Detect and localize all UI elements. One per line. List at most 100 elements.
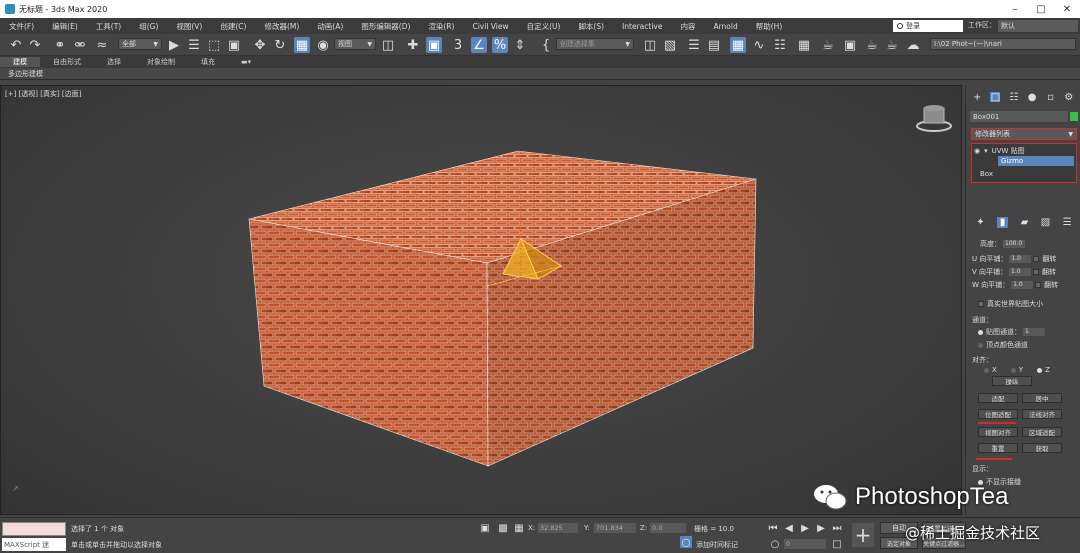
workspace-select[interactable]: 默认: [998, 20, 1078, 32]
object-name-field[interactable]: Box001: [970, 111, 1068, 122]
play-icon[interactable]: ▶: [798, 521, 812, 535]
menu-content[interactable]: 内容: [671, 21, 704, 32]
goto-start-icon[interactable]: ⏮: [766, 521, 780, 535]
scale-icon[interactable]: ▦: [294, 37, 310, 53]
select-manipulate-icon[interactable]: ✚: [405, 37, 421, 53]
create-tab-icon[interactable]: +: [972, 92, 982, 103]
menu-modifiers[interactable]: 修改器(M): [255, 21, 308, 32]
menu-graph-editors[interactable]: 图形编辑器(D): [352, 21, 419, 32]
perspective-viewport[interactable]: [+] [透视] [真实] [边面] ↗: [0, 85, 962, 515]
menu-rendering[interactable]: 渲染(R): [419, 21, 463, 32]
motion-tab-icon[interactable]: ●: [1027, 92, 1037, 103]
menu-views[interactable]: 视图(V): [167, 21, 211, 32]
tab-selection[interactable]: 选择: [94, 57, 134, 67]
unlink-icon[interactable]: ⚮: [72, 37, 88, 53]
acquire-button[interactable]: 获取: [1022, 443, 1062, 453]
goto-end-icon[interactable]: ⏭: [830, 521, 844, 535]
map-channel-radio[interactable]: [978, 329, 983, 335]
scene-explorer-icon[interactable]: ☰: [686, 37, 702, 53]
ribbon-toggle-icon[interactable]: ▦: [730, 37, 746, 53]
height-spinner[interactable]: 100.0: [1003, 240, 1025, 248]
box-object[interactable]: [1, 86, 962, 515]
eye-icon[interactable]: ◉: [974, 147, 980, 155]
menu-edit[interactable]: 编辑(E): [43, 21, 87, 32]
place-icon[interactable]: ◉: [315, 37, 331, 53]
close-icon[interactable]: ✕: [1054, 0, 1080, 18]
hierarchy-tab-icon[interactable]: ☷: [1009, 92, 1019, 103]
tab-populate[interactable]: 填充: [188, 57, 228, 67]
v-tile-spinner[interactable]: 1.0: [1009, 268, 1032, 276]
project-path-field[interactable]: I:\02 Phot~(一)\nari: [930, 38, 1076, 50]
rect-selection-icon[interactable]: ⬚: [206, 37, 222, 53]
set-key-icon[interactable]: +: [852, 523, 874, 547]
add-time-tag[interactable]: 添加时间标记: [696, 540, 738, 550]
map-channel-spinner[interactable]: 1: [1023, 328, 1045, 336]
mirror-icon[interactable]: ◫: [642, 37, 658, 53]
maxscript-mini-listener[interactable]: MAXScript 迷: [2, 538, 66, 551]
remove-modifier-icon[interactable]: ▧: [1041, 217, 1050, 228]
minimize-icon[interactable]: –: [1002, 0, 1028, 18]
pin-stack-icon[interactable]: ✦: [976, 217, 984, 228]
stack-box[interactable]: Box: [980, 169, 993, 179]
display-tab-icon[interactable]: ▫: [1045, 92, 1055, 103]
object-color-swatch[interactable]: [1070, 112, 1078, 121]
ribbon-options-icon[interactable]: ▬▾: [228, 58, 264, 66]
edit-named-selections-icon[interactable]: {: [538, 37, 554, 53]
y-coordinate[interactable]: 701.834: [594, 523, 636, 533]
menu-group[interactable]: 组(G): [130, 21, 167, 32]
show-end-result-icon[interactable]: ▮: [997, 216, 1009, 228]
x-coordinate[interactable]: 32.825: [538, 523, 578, 533]
menu-customize[interactable]: 自定义(U): [518, 21, 570, 32]
spinner-snap-icon[interactable]: ⇕: [512, 37, 528, 53]
stack-uvw-map[interactable]: ◉ ▾ UVW 贴图: [974, 146, 1025, 156]
select-object-icon[interactable]: ▶: [166, 37, 182, 53]
curve-editor-icon[interactable]: ∿: [751, 37, 767, 53]
align-icon[interactable]: ▧: [662, 37, 678, 53]
menu-arnold[interactable]: Arnold: [704, 22, 746, 31]
bind-spacewarp-icon[interactable]: ≈: [94, 37, 110, 53]
view-align-button[interactable]: 视图对齐: [978, 427, 1018, 437]
move-icon[interactable]: ✥: [252, 37, 268, 53]
menu-create[interactable]: 创建(C): [211, 21, 255, 32]
v-flip-checkbox[interactable]: [1033, 269, 1040, 275]
utilities-tab-icon[interactable]: ⚙: [1064, 92, 1074, 103]
polygon-modeling-label[interactable]: 多边形建模: [8, 69, 43, 79]
align-z-radio[interactable]: [1037, 367, 1043, 373]
keyboard-shortcut-icon[interactable]: ▣: [426, 37, 442, 53]
menu-civil-view[interactable]: Civil View: [463, 22, 517, 31]
real-world-checkbox[interactable]: [978, 301, 984, 307]
percent-snap-icon[interactable]: %: [492, 37, 508, 53]
menu-animation[interactable]: 动画(A): [308, 21, 352, 32]
rotate-icon[interactable]: ↻: [272, 37, 288, 53]
region-fit-button[interactable]: 区域适配: [1022, 427, 1062, 437]
sign-in-field[interactable]: 登录: [893, 20, 963, 32]
bitmap-fit-button[interactable]: 位图适配: [978, 409, 1018, 419]
current-frame[interactable]: 0: [784, 539, 826, 549]
modifier-list-dropdown[interactable]: 修改器列表 ▼: [971, 128, 1077, 140]
named-selection-dropdown[interactable]: 创建选择集 ▼: [556, 38, 634, 50]
center-button[interactable]: 居中: [1022, 393, 1062, 403]
render-cloud-icon[interactable]: ☁: [905, 37, 921, 53]
render-production-icon[interactable]: ☕: [864, 37, 880, 53]
z-coordinate[interactable]: 0.0: [650, 523, 686, 533]
undo-icon[interactable]: ↶: [8, 37, 24, 53]
configure-sets-icon[interactable]: ☰: [1063, 217, 1072, 228]
manipulate-button[interactable]: 操纵: [992, 376, 1032, 386]
material-editor-icon[interactable]: ▦: [796, 37, 812, 53]
selection-lock-icon[interactable]: ▩: [496, 521, 510, 535]
stack-gizmo[interactable]: Gizmo: [998, 156, 1074, 166]
rendered-frame-icon[interactable]: ▣: [842, 37, 858, 53]
menu-file[interactable]: 文件(F): [0, 21, 43, 32]
viewcube-icon[interactable]: [916, 102, 956, 132]
snap-3d-icon[interactable]: 3: [450, 37, 466, 53]
reset-button[interactable]: 重置: [978, 443, 1018, 453]
tab-modeling[interactable]: 建模: [0, 57, 40, 67]
key-mode-icon[interactable]: ○: [768, 537, 782, 551]
time-tag-icon[interactable]: ◯: [680, 536, 692, 548]
time-config-icon[interactable]: □: [830, 537, 844, 551]
pivot-center-icon[interactable]: ◫: [380, 37, 396, 53]
w-flip-checkbox[interactable]: [1035, 282, 1042, 288]
isolate-selection-icon[interactable]: ▣: [478, 521, 492, 535]
menu-help[interactable]: 帮助(H): [747, 21, 792, 32]
selection-filter-dropdown[interactable]: 全部 ▼: [118, 38, 162, 50]
